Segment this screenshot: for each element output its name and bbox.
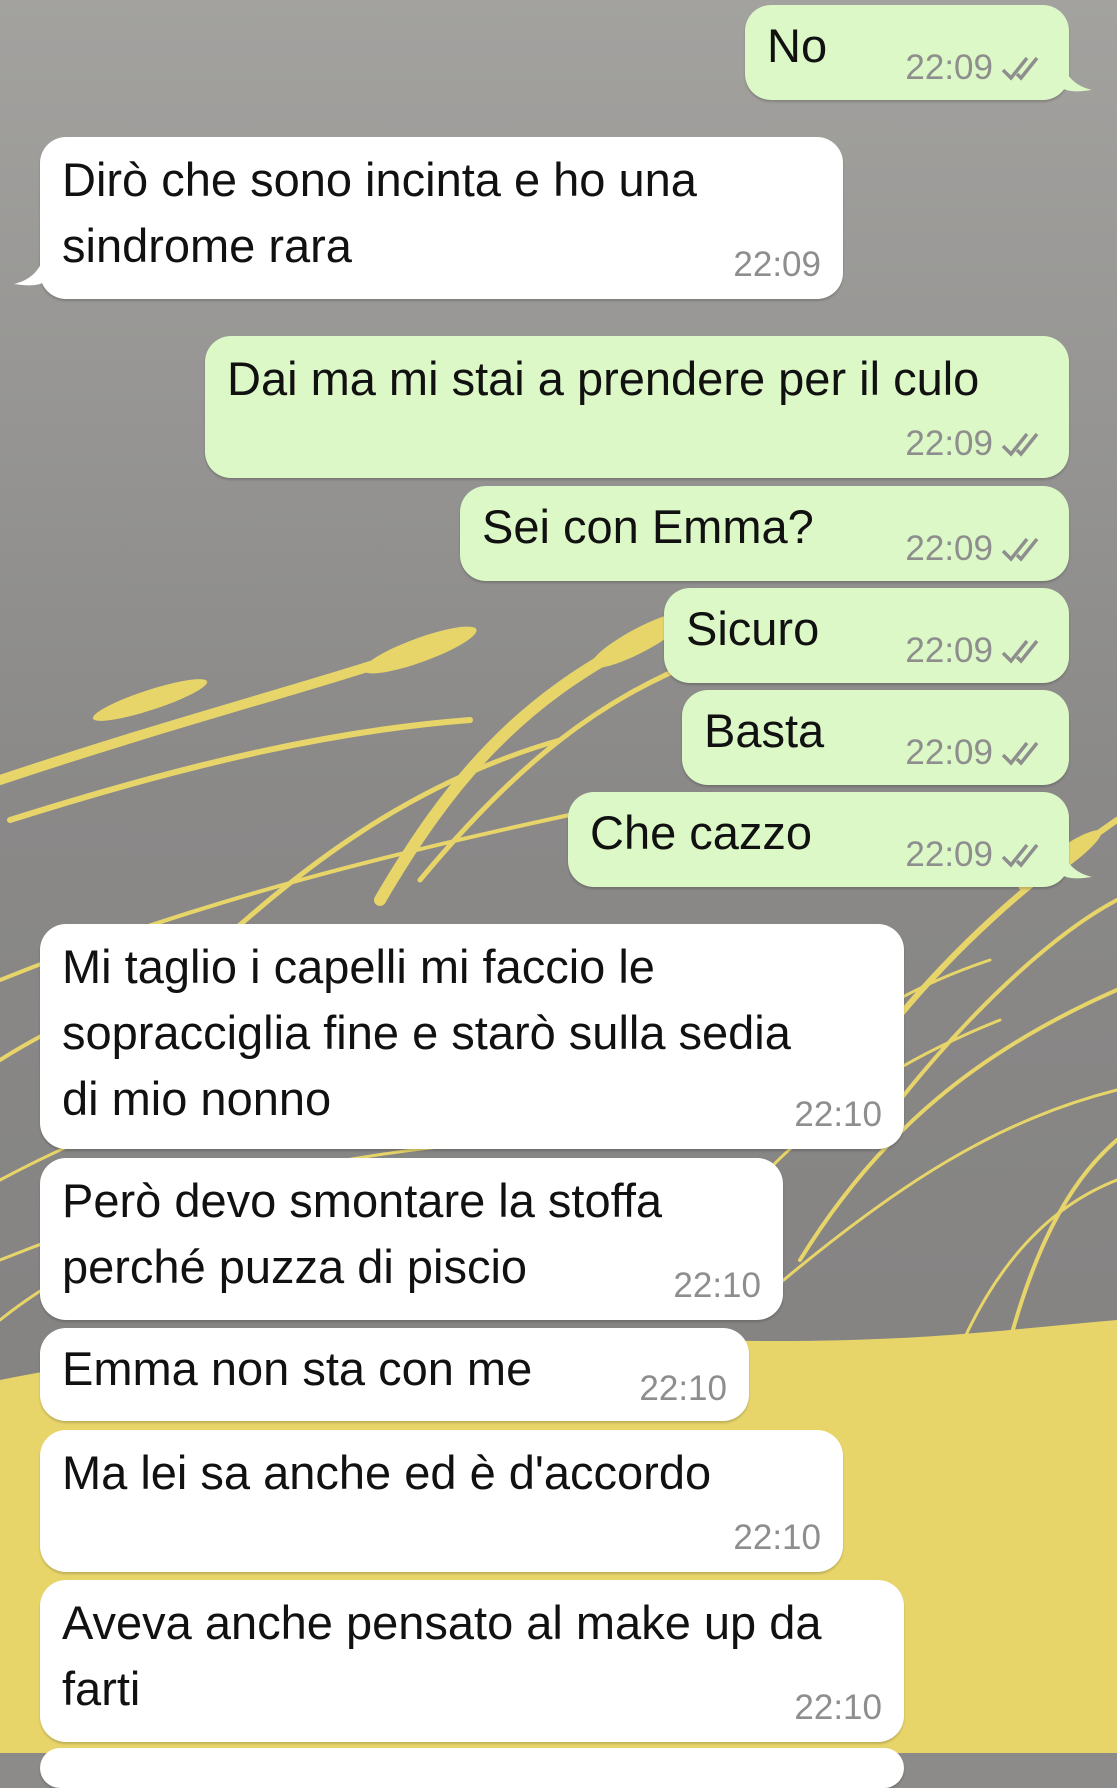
incoming-message[interactable]: Però devo smontare la stoffa perché puzz… (40, 1158, 783, 1320)
bubble-tail (14, 258, 44, 286)
message-text: Però devo smontare la stoffa perché puzz… (62, 1174, 663, 1293)
message-meta: 22:09 (905, 733, 1045, 773)
incoming-message[interactable]: Mi taglio i capelli mi faccio le sopracc… (40, 924, 904, 1149)
message-text: Dirò che sono incinta e ho una sindrome … (62, 153, 697, 272)
message-text: Basta (704, 704, 825, 757)
message-time: 22:09 (905, 733, 993, 772)
message-meta: 22:09 (905, 48, 1045, 88)
message-meta: 22:09 (733, 245, 821, 285)
message-time: 22:09 (905, 631, 993, 670)
message-time: 22:10 (733, 1518, 821, 1557)
read-double-check-icon (1001, 841, 1045, 869)
read-double-check-icon (1001, 739, 1045, 767)
message-text: Che cazzo (590, 806, 813, 859)
outgoing-message[interactable]: No 22:09 (745, 5, 1069, 100)
outgoing-message[interactable]: Sicuro 22:09 (664, 588, 1069, 683)
message-meta: 22:09 (905, 631, 1045, 671)
read-double-check-icon (1001, 54, 1045, 82)
bubble-tail (1062, 851, 1092, 879)
message-time: 22:09 (733, 245, 821, 284)
outgoing-message[interactable]: Che cazzo 22:09 (568, 792, 1069, 887)
message-time: 22:10 (673, 1266, 761, 1305)
read-double-check-icon (1001, 637, 1045, 665)
message-text: Sei con Emma? (482, 500, 814, 553)
message-text: No (767, 19, 828, 72)
outgoing-message[interactable]: Dai ma mi stai a prendere per il culo 22… (205, 336, 1069, 478)
message-meta: 22:10 (794, 1095, 882, 1135)
message-text: Emma non sta con me (62, 1342, 533, 1395)
message-time: 22:10 (639, 1369, 727, 1408)
outgoing-message[interactable]: Basta 22:09 (682, 690, 1069, 785)
message-time: 22:09 (905, 835, 993, 874)
read-double-check-icon (1001, 430, 1045, 458)
message-meta: 22:09 (905, 424, 1045, 464)
incoming-message[interactable]: Ma lei sa anche ed è d'accordo 22:10 (40, 1430, 843, 1572)
message-time: 22:10 (794, 1688, 882, 1727)
message-text: Dai ma mi stai a prendere per il culo (227, 352, 980, 405)
message-meta: 22:09 (905, 835, 1045, 875)
message-meta: 22:10 (733, 1518, 821, 1558)
message-text: Ma lei sa anche ed è d'accordo (62, 1446, 712, 1499)
message-time: 22:09 (905, 424, 993, 463)
outgoing-message[interactable]: Sei con Emma? 22:09 (460, 486, 1069, 581)
message-meta: 22:10 (673, 1266, 761, 1306)
bubble-tail (1062, 64, 1092, 92)
message-text: Mi taglio i capelli mi faccio le sopracc… (62, 940, 791, 1125)
message-time: 22:09 (905, 48, 993, 87)
incoming-message-partial[interactable] (40, 1748, 904, 1788)
incoming-message[interactable]: Emma non sta con me 22:10 (40, 1328, 749, 1421)
message-time: 22:09 (905, 529, 993, 568)
chat-thread[interactable]: No 22:09 Dirò che sono incinta e ho una … (0, 0, 1117, 1788)
message-meta: 22:09 (905, 529, 1045, 569)
incoming-message[interactable]: Aveva anche pensato al make up da farti … (40, 1580, 904, 1742)
message-text: Sicuro (686, 602, 820, 655)
read-double-check-icon (1001, 535, 1045, 563)
incoming-message[interactable]: Dirò che sono incinta e ho una sindrome … (40, 137, 843, 299)
message-meta: 22:10 (639, 1369, 727, 1409)
message-meta: 22:10 (794, 1688, 882, 1728)
message-text: Aveva anche pensato al make up da farti (62, 1596, 822, 1715)
message-time: 22:10 (794, 1095, 882, 1134)
